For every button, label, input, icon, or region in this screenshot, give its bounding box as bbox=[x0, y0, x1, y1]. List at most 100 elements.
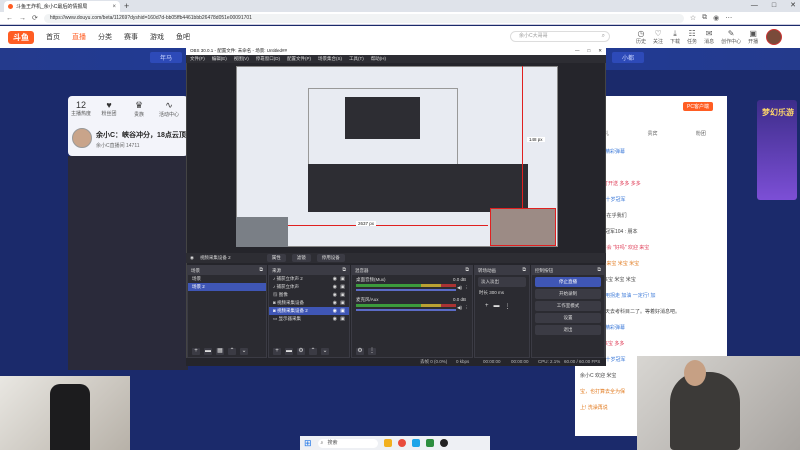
eye-icon[interactable]: ◉ bbox=[333, 283, 337, 291]
undock-icon[interactable]: ⧉ bbox=[259, 266, 263, 275]
tab-fanclub[interactable]: 粉团 bbox=[696, 130, 706, 137]
menu-help[interactable]: 帮助(H) bbox=[371, 55, 386, 63]
eye-icon[interactable]: ◉ bbox=[333, 315, 337, 323]
minimize-icon[interactable]: — bbox=[751, 0, 758, 12]
url-field[interactable]: https://www.douyu.com/beta/11269?dyshid=… bbox=[43, 13, 684, 23]
source-item[interactable]: ◙ 视频采集设备 2 ◉ ▣ bbox=[269, 307, 349, 315]
stat-activity[interactable]: ∿ 活动中心 bbox=[158, 100, 180, 118]
lock-icon[interactable]: ▣ bbox=[340, 307, 345, 315]
lock-icon[interactable]: ▣ bbox=[340, 283, 345, 291]
properties-button[interactable]: 属性 bbox=[266, 254, 286, 262]
lock-icon[interactable]: ▣ bbox=[340, 291, 345, 299]
banner-tag[interactable]: 小都 bbox=[612, 52, 645, 63]
streamer-avatar[interactable] bbox=[72, 128, 92, 148]
nav-games[interactable]: 游戏 bbox=[150, 32, 164, 42]
search-icon[interactable]: ⌕ bbox=[602, 32, 605, 41]
stop-streaming-button[interactable]: 停止直播 bbox=[535, 277, 601, 287]
reload-button[interactable]: ⟳ bbox=[32, 14, 38, 22]
lock-icon[interactable]: ▣ bbox=[340, 275, 345, 283]
lock-icon[interactable]: ▣ bbox=[340, 315, 345, 323]
menu-scene-collection[interactable]: 场景集合(S) bbox=[318, 55, 342, 63]
close-window-icon[interactable]: ✕ bbox=[790, 0, 796, 12]
volume-slider[interactable] bbox=[356, 289, 456, 291]
start-recording-button[interactable]: 开始录制 bbox=[535, 289, 601, 299]
undock-icon[interactable]: ⧉ bbox=[342, 266, 346, 275]
creator-button[interactable]: ✎ 创作中心 bbox=[721, 29, 741, 45]
eye-icon[interactable]: ◉ bbox=[333, 275, 337, 283]
more-icon[interactable]: ⋮ bbox=[465, 305, 470, 311]
message-button[interactable]: ✉ 消息 bbox=[704, 29, 714, 45]
star-icon[interactable]: ☆ bbox=[690, 14, 696, 22]
scene-item[interactable]: 场景 bbox=[188, 275, 266, 283]
wechat-icon[interactable] bbox=[425, 439, 434, 447]
download-button[interactable]: ⤓ 下载 bbox=[670, 29, 680, 45]
close-icon[interactable]: ✕ bbox=[598, 46, 602, 55]
menu-tools[interactable]: 工具(T) bbox=[349, 55, 364, 63]
down-icon[interactable]: ⌄ bbox=[321, 348, 329, 355]
transition-select[interactable]: 淡入淡出 bbox=[478, 277, 526, 287]
search-input[interactable]: 余小C大哥哥 ⌕ bbox=[510, 31, 610, 42]
chrome-icon[interactable] bbox=[397, 439, 406, 447]
new-tab-button[interactable]: + bbox=[124, 1, 129, 11]
source-item[interactable]: ♪ 捕获立体声 2 ◉ ▣ bbox=[269, 275, 349, 283]
scene-item[interactable]: 场景 2 bbox=[188, 283, 266, 291]
back-button[interactable]: ← bbox=[6, 15, 13, 22]
up-icon[interactable]: ⌃ bbox=[309, 348, 317, 355]
filters-button[interactable]: 滤镜 bbox=[291, 254, 311, 262]
eye-icon[interactable]: ◉ bbox=[333, 291, 337, 299]
gear-icon[interactable]: ⚙ bbox=[297, 348, 305, 355]
remove-icon[interactable]: ▬ bbox=[285, 348, 293, 355]
remove-icon[interactable]: ▬ bbox=[494, 303, 500, 310]
stat-heat[interactable]: 12 主播热度 bbox=[70, 100, 92, 117]
filter-icon[interactable]: ▦ bbox=[216, 348, 224, 355]
menu-docks[interactable]: 停靠窗口(D) bbox=[256, 55, 280, 63]
windows-start-icon[interactable]: ⊞ bbox=[304, 438, 312, 449]
forward-button[interactable]: → bbox=[19, 15, 26, 22]
menu-file[interactable]: 文件(F) bbox=[190, 55, 205, 63]
more-icon[interactable]: ⋮ bbox=[465, 285, 470, 291]
menu-view[interactable]: 视图(V) bbox=[234, 55, 249, 63]
undock-icon[interactable]: ⧉ bbox=[597, 266, 601, 275]
studio-mode-button[interactable]: 工作室模式 bbox=[535, 301, 601, 311]
nav-events[interactable]: 赛事 bbox=[124, 32, 138, 42]
gear-icon[interactable]: ⚙ bbox=[356, 348, 364, 355]
speaker-icon[interactable]: ◀) bbox=[457, 285, 462, 291]
down-icon[interactable]: ⌄ bbox=[240, 348, 248, 355]
nav-yuba[interactable]: 鱼吧 bbox=[176, 32, 190, 42]
obs-icon[interactable] bbox=[439, 439, 448, 447]
player-area[interactable] bbox=[68, 156, 188, 370]
more-icon[interactable]: ⋮ bbox=[505, 303, 511, 310]
history-button[interactable]: ◷ 历史 bbox=[636, 29, 646, 45]
douyu-logo[interactable]: 斗鱼 bbox=[8, 30, 34, 44]
tab-vip[interactable]: 贵宾 bbox=[647, 130, 657, 137]
remove-icon[interactable]: ▬ bbox=[204, 348, 212, 355]
edge-icon[interactable] bbox=[411, 439, 420, 447]
menu-profile[interactable]: 配置文件(P) bbox=[287, 55, 311, 63]
add-icon[interactable]: + bbox=[192, 348, 200, 355]
file-explorer-icon[interactable] bbox=[383, 439, 392, 447]
more-icon[interactable]: ⋮ bbox=[368, 348, 376, 355]
volume-slider[interactable] bbox=[356, 309, 456, 311]
menu-icon[interactable]: ⋯ bbox=[725, 14, 732, 22]
eye-icon[interactable]: ◉ bbox=[333, 299, 337, 307]
stat-fans[interactable]: ♥ 粉丝团 bbox=[98, 100, 120, 117]
browser-tab[interactable]: 斗鱼王炸机_余小C最后的情报局 × bbox=[4, 1, 120, 12]
menu-edit[interactable]: 编辑(E) bbox=[212, 55, 227, 63]
stat-noble[interactable]: ♛ 贵族 bbox=[128, 100, 150, 118]
user-avatar[interactable] bbox=[766, 29, 782, 45]
follow-button[interactable]: ♡ 关注 bbox=[653, 29, 663, 45]
nav-category[interactable]: 分类 bbox=[98, 32, 112, 42]
nav-live[interactable]: 直播 bbox=[72, 32, 86, 42]
up-icon[interactable]: ⌃ bbox=[228, 348, 236, 355]
settings-button[interactable]: 设置 bbox=[535, 313, 601, 323]
pc-client-button[interactable]: PC客户端 bbox=[683, 102, 713, 111]
speaker-icon[interactable]: ◀) bbox=[457, 305, 462, 311]
source-item[interactable]: ▨ 图像 ◉ ▣ bbox=[269, 291, 349, 299]
source-item[interactable]: ◙ 视频采集设备 ◉ ▣ bbox=[269, 299, 349, 307]
go-live-button[interactable]: ▣ 开播 bbox=[748, 29, 758, 45]
taskbar-search[interactable]: ⌕ 搜索 bbox=[317, 438, 378, 448]
add-icon[interactable]: + bbox=[485, 303, 489, 310]
maximize-icon[interactable]: □ bbox=[772, 0, 776, 12]
lock-icon[interactable]: ▣ bbox=[340, 299, 345, 307]
exit-button[interactable]: 退出 bbox=[535, 325, 601, 335]
